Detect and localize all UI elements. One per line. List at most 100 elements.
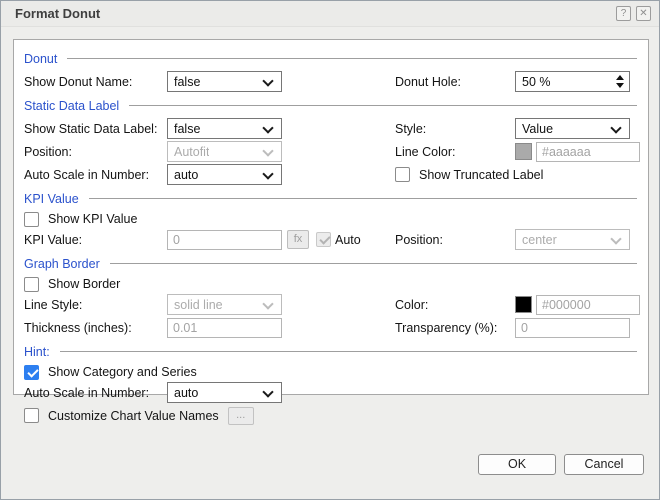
section-static-data-label-title: Static Data Label	[24, 98, 120, 113]
donut-hole-label: Donut Hole:	[395, 74, 462, 89]
show-kpi-value-checkbox[interactable]	[24, 211, 39, 227]
customize-names-ellipsis-button: ...	[227, 406, 254, 425]
show-truncated-label-text: Show Truncated Label	[419, 167, 544, 182]
customize-names-checkbox[interactable]	[24, 408, 39, 423]
chevron-down-icon	[262, 386, 274, 398]
content-panel: Donut Show Donut Name: false Donut Hole:…	[13, 39, 649, 425]
section-donut-title: Donut	[24, 51, 58, 66]
kpi-value-input	[167, 229, 282, 250]
show-kpi-value-group: Show KPI Value	[24, 211, 138, 227]
stepper-arrows	[616, 75, 624, 88]
row-position: Position: Autofit Line Color:	[24, 140, 640, 163]
section-static-data-label-header: Static Data Label	[24, 97, 639, 114]
section-graph-border-title: Graph Border	[24, 256, 100, 271]
close-icon[interactable]: ✕	[636, 6, 651, 21]
auto-scale-label: Auto Scale in Number:	[24, 167, 150, 182]
section-donut-header: Donut	[24, 50, 639, 67]
help-icon[interactable]: ?	[616, 6, 631, 21]
show-category-series-text: Show Category and Series	[48, 365, 197, 379]
show-static-data-label-value: false	[174, 121, 201, 136]
section-hint-header: Hint:	[24, 343, 639, 360]
show-donut-name-dropdown[interactable]: false	[167, 71, 282, 92]
row-auto-scale-static: Auto Scale in Number: auto Show Truncate…	[24, 163, 639, 186]
thickness-label: Thickness (inches):	[24, 320, 132, 335]
ok-button[interactable]: OK	[478, 454, 556, 475]
chevron-down-icon	[610, 122, 622, 134]
line-style-label: Line Style:	[24, 297, 83, 312]
line-color-input	[536, 141, 640, 162]
show-kpi-value-text: Show KPI Value	[48, 212, 138, 226]
kpi-auto-checkbox	[316, 232, 331, 247]
row-customize-names: Customize Chart Value Names ...	[24, 404, 639, 427]
donut-hole-stepper[interactable]: 50 %	[515, 71, 630, 92]
row-show-kpi-value: Show KPI Value	[24, 210, 639, 228]
stepper-up-icon[interactable]	[616, 75, 624, 80]
section-kpi-value-header: KPI Value	[24, 190, 639, 207]
hint-auto-scale-value: auto	[174, 385, 199, 400]
stepper-down-icon[interactable]	[616, 83, 624, 88]
show-category-series-group: Show Category and Series	[24, 364, 197, 380]
show-border-checkbox[interactable]	[24, 276, 39, 292]
titlebar: Format Donut ? ✕	[1, 1, 659, 27]
dialog-title: Format Donut	[15, 6, 101, 21]
position-value: Autofit	[174, 144, 210, 159]
border-color-label: Color:	[395, 297, 429, 312]
show-static-data-label-dropdown[interactable]: false	[167, 118, 282, 139]
kpi-auto-text: Auto	[335, 232, 361, 247]
chevron-down-icon	[262, 145, 274, 157]
position-label: Position:	[24, 144, 72, 159]
row-thickness: Thickness (inches): Transparency (%):	[24, 316, 639, 339]
position-dropdown: Autofit	[167, 141, 282, 162]
show-donut-name-label: Show Donut Name:	[24, 74, 133, 89]
kpi-position-value: center	[522, 232, 557, 247]
customize-names-text: Customize Chart Value Names	[48, 408, 219, 423]
row-kpi-value: KPI Value: fx Auto Position: center	[24, 228, 639, 251]
line-style-value: solid line	[174, 297, 223, 312]
auto-scale-dropdown[interactable]: auto	[167, 164, 282, 185]
show-static-data-label-label: Show Static Data Label:	[24, 121, 158, 136]
row-show-static-data-label: Show Static Data Label: false Style: Val…	[24, 117, 639, 140]
show-truncated-label-group: Show Truncated Label	[395, 167, 543, 182]
hint-auto-scale-label: Auto Scale in Number:	[24, 385, 150, 400]
format-donut-dialog: { "titlebar": { "title": "Format Donut",…	[0, 0, 660, 500]
section-rule	[129, 105, 637, 106]
show-truncated-label-checkbox[interactable]	[395, 167, 410, 182]
auto-scale-value: auto	[174, 167, 199, 182]
chevron-down-icon	[610, 233, 622, 245]
show-border-group: Show Border	[24, 276, 121, 292]
row-auto-scale-hint: Auto Scale in Number: auto	[24, 381, 639, 404]
transparency-input	[515, 317, 630, 338]
chevron-down-icon	[262, 168, 274, 180]
fx-formula-button: fx	[287, 230, 309, 249]
style-dropdown[interactable]: Value	[515, 118, 630, 139]
kpi-position-label: Position:	[395, 232, 443, 247]
row-line-style: Line Style: solid line Color:	[24, 293, 640, 316]
cancel-button[interactable]: Cancel	[564, 454, 644, 475]
section-kpi-value-title: KPI Value	[24, 191, 79, 206]
line-style-dropdown: solid line	[167, 294, 282, 315]
border-color-input	[536, 294, 640, 315]
line-color-label: Line Color:	[395, 144, 456, 159]
section-rule	[59, 351, 637, 352]
style-value: Value	[522, 121, 554, 136]
chevron-down-icon	[262, 298, 274, 310]
kpi-position-dropdown: center	[515, 229, 630, 250]
thickness-input	[167, 317, 282, 338]
show-donut-name-value: false	[174, 74, 201, 89]
section-hint-title: Hint:	[24, 344, 50, 359]
row-show-donut-name: Show Donut Name: false Donut Hole: 50 %	[24, 70, 639, 93]
section-graph-border-header: Graph Border	[24, 255, 639, 272]
section-rule	[67, 58, 637, 59]
hint-auto-scale-dropdown[interactable]: auto	[167, 382, 282, 403]
transparency-label: Transparency (%):	[395, 320, 498, 335]
customize-names-group: Customize Chart Value Names	[24, 408, 219, 423]
show-border-text: Show Border	[48, 277, 121, 291]
chevron-down-icon	[262, 122, 274, 134]
chevron-down-icon	[262, 75, 274, 87]
show-category-series-checkbox[interactable]	[24, 364, 39, 380]
style-label: Style:	[395, 121, 427, 136]
donut-hole-value: 50 %	[522, 74, 551, 89]
row-show-border: Show Border	[24, 275, 639, 293]
row-show-category-series: Show Category and Series	[24, 363, 639, 381]
kpi-value-label: KPI Value:	[24, 232, 83, 247]
